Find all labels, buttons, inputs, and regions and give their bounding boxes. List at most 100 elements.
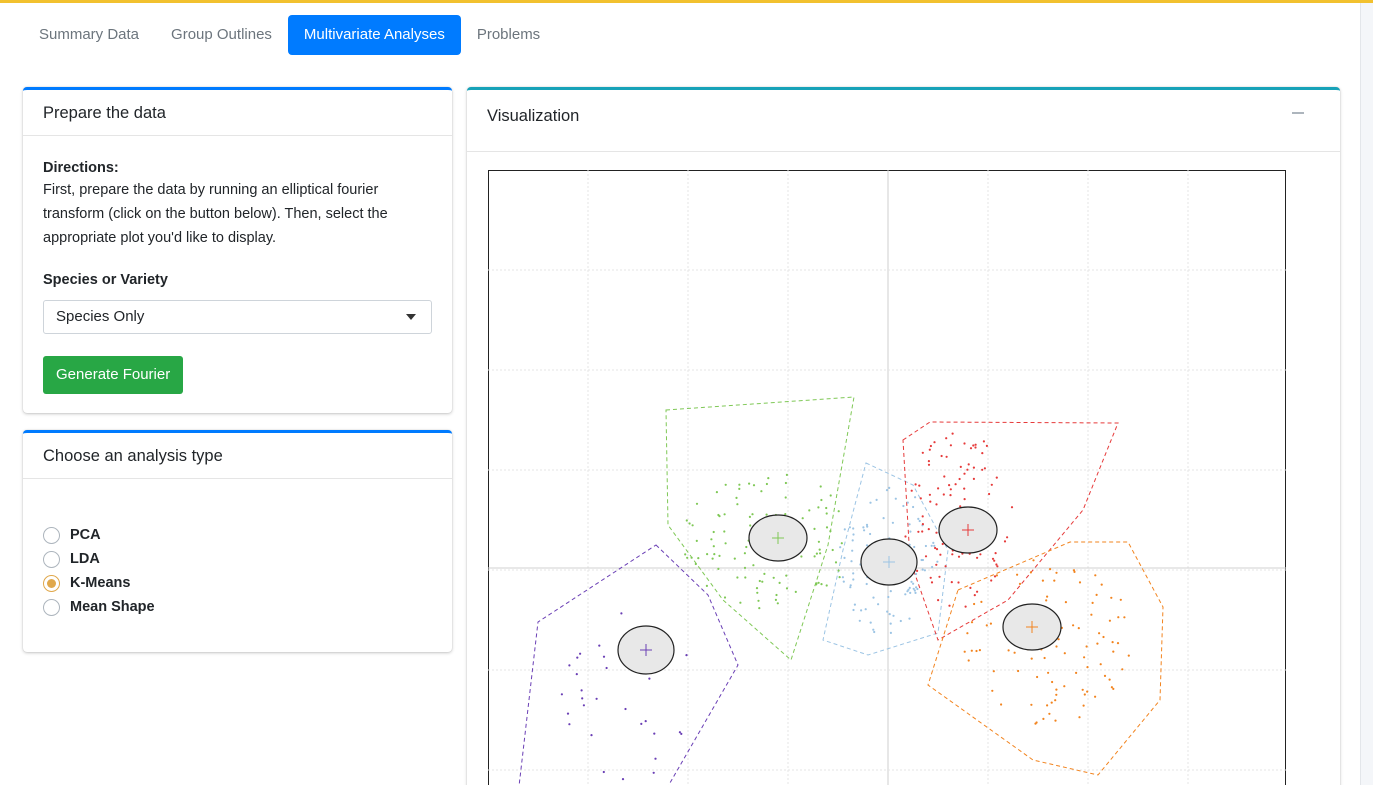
data-point xyxy=(991,689,994,692)
data-point xyxy=(918,484,921,487)
data-point xyxy=(983,467,986,470)
data-point xyxy=(891,521,894,524)
data-point xyxy=(921,530,924,533)
data-point xyxy=(928,448,931,451)
radio-label: LDA xyxy=(70,551,100,567)
data-point xyxy=(1006,536,1009,539)
data-point xyxy=(934,546,937,550)
data-point xyxy=(706,553,709,556)
radio-button[interactable] xyxy=(43,598,60,616)
data-point xyxy=(1000,703,1003,706)
data-point xyxy=(818,548,821,551)
data-point xyxy=(942,493,945,496)
data-point xyxy=(924,544,927,548)
data-point xyxy=(916,587,919,591)
data-point xyxy=(581,697,584,700)
data-point xyxy=(765,482,768,486)
data-point xyxy=(951,432,954,435)
tab-bar: Summary Data Group Outlines Multivariate… xyxy=(23,15,556,55)
data-point xyxy=(774,598,777,601)
data-point xyxy=(1117,616,1120,619)
data-point xyxy=(717,567,720,570)
data-point xyxy=(695,539,698,542)
data-point xyxy=(775,593,778,597)
data-point xyxy=(560,693,563,696)
radio-option-kmeans[interactable]: K-Means xyxy=(43,571,432,595)
data-point xyxy=(950,581,953,584)
data-point xyxy=(921,451,924,454)
data-point xyxy=(924,555,928,558)
data-point xyxy=(841,576,844,579)
data-point xyxy=(595,697,598,700)
data-point xyxy=(825,584,828,587)
data-point xyxy=(713,553,716,556)
data-point xyxy=(1094,695,1097,698)
species-select[interactable]: Species Only xyxy=(43,300,432,334)
data-point xyxy=(756,591,759,594)
data-point xyxy=(1110,596,1113,599)
data-point xyxy=(575,673,578,676)
tab-multivariate-analyses[interactable]: Multivariate Analyses xyxy=(287,15,461,55)
data-point xyxy=(908,586,911,589)
radio-option-lda[interactable]: LDA xyxy=(43,547,432,571)
data-point xyxy=(602,770,605,774)
minimize-icon[interactable] xyxy=(1292,112,1304,114)
data-point xyxy=(869,501,872,504)
data-point xyxy=(837,510,840,513)
data-point xyxy=(970,621,974,624)
data-point xyxy=(916,569,919,572)
data-point xyxy=(813,527,816,530)
data-point xyxy=(843,556,846,559)
radio-option-pca[interactable]: PCA xyxy=(43,523,432,547)
radio-button[interactable] xyxy=(43,526,60,544)
tab-summary-data[interactable]: Summary Data xyxy=(23,15,155,55)
data-point xyxy=(743,566,747,569)
data-point xyxy=(979,553,982,556)
data-point xyxy=(767,477,770,480)
data-point xyxy=(894,497,897,500)
generate-fourier-button[interactable]: Generate Fourier xyxy=(43,356,184,394)
plot-frame xyxy=(488,170,1286,785)
data-point xyxy=(1121,668,1124,671)
data-point xyxy=(843,528,846,531)
data-point xyxy=(852,572,855,575)
data-point xyxy=(978,649,981,652)
data-point xyxy=(996,565,999,568)
radio-button[interactable] xyxy=(43,550,60,568)
data-point xyxy=(644,720,647,723)
data-point xyxy=(972,466,975,469)
data-point xyxy=(842,580,845,583)
radio-button-selected[interactable] xyxy=(43,574,60,592)
data-point xyxy=(760,490,763,493)
data-point xyxy=(981,468,984,471)
data-point xyxy=(972,477,975,480)
data-point xyxy=(995,476,998,479)
data-point xyxy=(1034,722,1037,725)
tab-problems[interactable]: Problems xyxy=(461,15,556,55)
data-point xyxy=(851,539,854,542)
data-point xyxy=(1111,641,1114,644)
data-point xyxy=(1116,642,1120,645)
data-point xyxy=(929,500,932,503)
data-point xyxy=(568,664,571,667)
data-point xyxy=(1029,571,1032,574)
data-point xyxy=(743,552,746,555)
data-point xyxy=(935,563,938,566)
radio-option-mean-shape[interactable]: Mean Shape xyxy=(43,595,432,619)
data-point xyxy=(1051,680,1054,684)
data-point xyxy=(621,778,625,781)
data-point xyxy=(602,655,606,658)
directions-text: First, prepare the data by running an el… xyxy=(43,178,432,250)
data-point xyxy=(906,501,909,504)
tab-group-outlines[interactable]: Group Outlines xyxy=(155,15,288,55)
data-point xyxy=(785,587,789,590)
data-point xyxy=(940,454,943,458)
data-point xyxy=(685,519,688,522)
data-point xyxy=(831,548,834,552)
data-point xyxy=(1098,632,1101,635)
data-point xyxy=(1100,583,1103,586)
data-point xyxy=(910,489,913,492)
data-point xyxy=(1013,651,1016,654)
data-point xyxy=(976,556,979,559)
analysis-type-card: Choose an analysis type PCA LDA K-Means … xyxy=(23,430,452,652)
